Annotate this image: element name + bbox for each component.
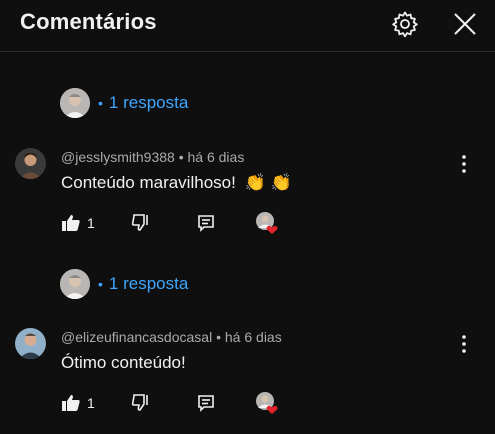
avatar: [60, 88, 90, 118]
replies-label: 1 resposta: [108, 274, 189, 293]
like-button[interactable]: 1: [61, 391, 95, 415]
comment-time: há 6 dias: [187, 149, 245, 165]
reply-button[interactable]: [197, 211, 215, 235]
page-title: Comentários: [20, 9, 157, 34]
separator-dot: •: [98, 95, 103, 111]
thumbs-up-icon: [61, 213, 81, 233]
close-icon[interactable]: [450, 9, 480, 39]
clap-emoji: 👏 👏: [244, 173, 292, 192]
heart-icon: [255, 391, 279, 415]
like-count: 1: [87, 395, 95, 411]
more-options-icon[interactable]: [456, 152, 472, 176]
like-button[interactable]: 1: [61, 211, 95, 235]
dislike-button[interactable]: [131, 211, 151, 235]
reply-button[interactable]: [197, 391, 215, 415]
dislike-button[interactable]: [131, 391, 151, 415]
separator-dot: •: [98, 276, 103, 292]
creator-heart-badge: [255, 211, 279, 235]
comments-header: Comentários: [0, 0, 495, 52]
avatar: [60, 269, 90, 299]
comment-text: Conteúdo maravilhoso!: [61, 173, 236, 192]
replies-label: 1 resposta: [108, 93, 189, 112]
comment-text: Ótimo conteúdo!: [61, 353, 186, 372]
view-replies-button[interactable]: • 1 resposta: [60, 87, 188, 119]
avatar[interactable]: [15, 148, 46, 179]
creator-heart-badge: [255, 391, 279, 415]
comment-time: há 6 dias: [224, 329, 282, 345]
comment-author[interactable]: @elizeufinancasdocasal: [61, 329, 212, 345]
thumbs-down-icon: [131, 393, 151, 413]
comment-author[interactable]: @jesslysmith9388: [61, 149, 175, 165]
heart-icon: [255, 211, 279, 235]
avatar[interactable]: [15, 328, 46, 359]
more-options-icon[interactable]: [456, 332, 472, 356]
reply-icon: [197, 394, 215, 412]
gear-icon[interactable]: [390, 9, 420, 39]
separator-dot: •: [178, 149, 184, 165]
reply-icon: [197, 214, 215, 232]
separator-dot: •: [216, 329, 221, 345]
thumbs-up-icon: [61, 393, 81, 413]
view-replies-button[interactable]: • 1 resposta: [60, 268, 188, 300]
thumbs-down-icon: [131, 213, 151, 233]
like-count: 1: [87, 215, 95, 231]
